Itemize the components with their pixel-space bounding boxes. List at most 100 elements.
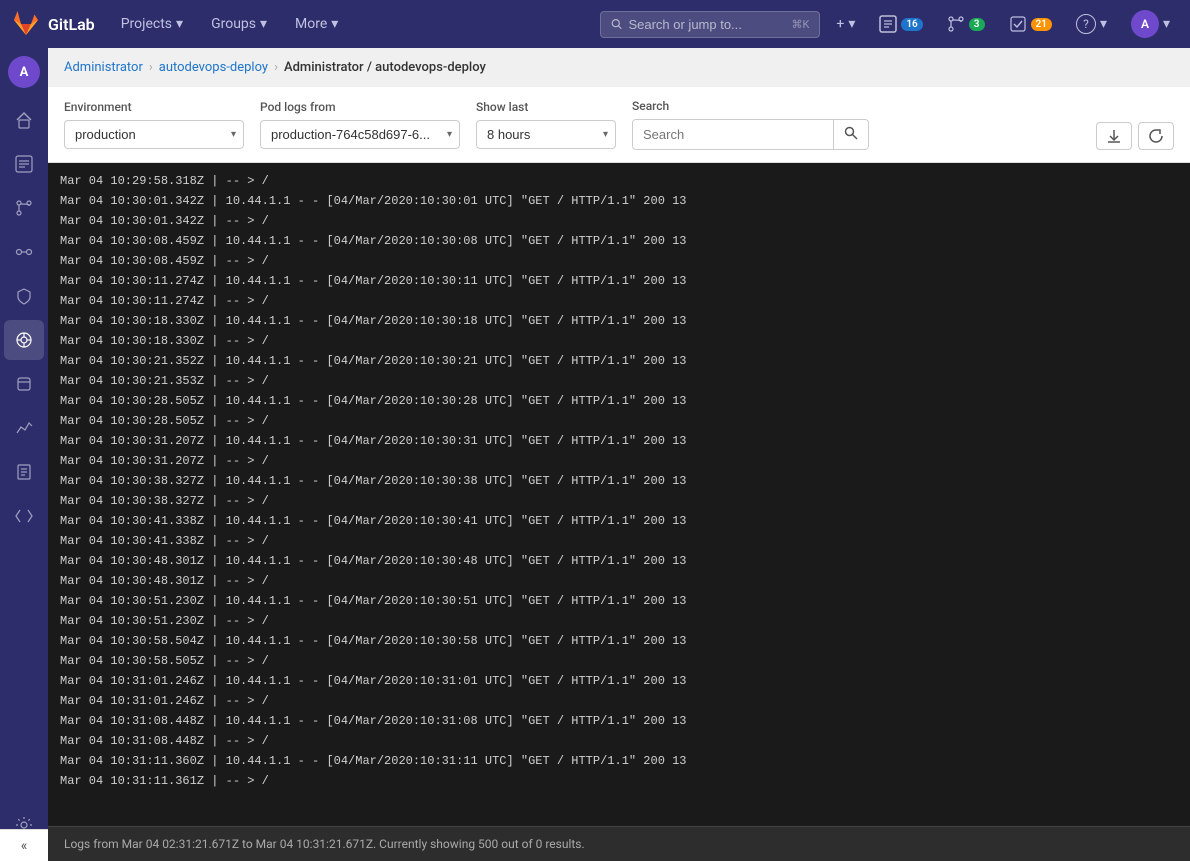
time-select-wrapper: 1 hour 3 hours 8 hours 24 hours 3 days 7…	[476, 120, 616, 149]
nav-todos-btn[interactable]: 21	[1001, 9, 1060, 39]
sidebar-item-wiki[interactable]	[4, 452, 44, 492]
nav-groups[interactable]: Groups	[201, 10, 277, 38]
log-line: Mar 04 10:31:11.360Z | 10.44.1.1 - - [04…	[48, 751, 1190, 771]
nav-search-input[interactable]	[628, 17, 785, 32]
user-avatar: A	[1131, 10, 1159, 38]
log-container[interactable]: Mar 04 10:29:58.318Z | -- > / Mar 04 10:3…	[48, 163, 1190, 826]
log-line: Mar 04 10:30:21.353Z | -- > /	[48, 371, 1190, 391]
log-line: Mar 04 10:30:51.230Z | 10.44.1.1 - - [04…	[48, 591, 1190, 611]
issues-badge: 16	[901, 18, 922, 31]
time-group: Show last 1 hour 3 hours 8 hours 24 hour…	[476, 100, 616, 149]
log-line: Mar 04 10:30:31.207Z | 10.44.1.1 - - [04…	[48, 431, 1190, 451]
log-line: Mar 04 10:31:11.361Z | -- > /	[48, 771, 1190, 791]
status-bar: Logs from Mar 04 02:31:21.671Z to Mar 04…	[48, 826, 1190, 861]
nav-search-shortcut: ⌘K	[791, 18, 809, 31]
main-content: Administrator › autodevops-deploy › Admi…	[48, 48, 1190, 861]
refresh-button[interactable]	[1138, 122, 1174, 150]
log-line: Mar 04 10:30:31.207Z | -- > /	[48, 451, 1190, 471]
nav-user-btn[interactable]: A	[1123, 4, 1178, 44]
log-line: Mar 04 10:30:28.505Z | -- > /	[48, 411, 1190, 431]
nav-help-btn[interactable]: ?	[1068, 8, 1115, 40]
environment-select[interactable]: production staging development	[64, 120, 244, 149]
mr-badge: 3	[969, 18, 985, 31]
nav-issues-btn[interactable]: 16	[871, 9, 930, 39]
wiki-icon	[15, 463, 33, 481]
nav-search-icon	[611, 17, 622, 31]
sidebar-collapse-btn[interactable]: «	[0, 829, 48, 861]
search-box	[632, 119, 869, 150]
breadcrumb-project[interactable]: autodevops-deploy	[159, 60, 268, 75]
breadcrumb-current: Administrator / autodevops-deploy	[284, 60, 486, 75]
log-line: Mar 04 10:30:48.301Z | 10.44.1.1 - - [04…	[48, 551, 1190, 571]
log-line: Mar 04 10:30:18.330Z | 10.44.1.1 - - [04…	[48, 311, 1190, 331]
sidebar-item-home[interactable]	[4, 100, 44, 140]
log-line: Mar 04 10:30:08.459Z | -- > /	[48, 251, 1190, 271]
refresh-icon	[1149, 129, 1163, 143]
search-button[interactable]	[833, 120, 868, 149]
search-group: Search	[632, 99, 869, 150]
breadcrumb-sep2: ›	[274, 60, 278, 75]
packages-icon	[15, 375, 33, 393]
gitlab-logo[interactable]: GitLab	[12, 10, 95, 38]
log-line: Mar 04 10:30:41.338Z | -- > /	[48, 531, 1190, 551]
sidebar: A	[0, 48, 48, 861]
nav-projects[interactable]: Projects	[111, 10, 193, 38]
log-line: Mar 04 10:30:08.459Z | 10.44.1.1 - - [04…	[48, 231, 1190, 251]
sidebar-item-mr[interactable]	[4, 188, 44, 228]
pod-select-wrapper: production-764c58d697-6...	[260, 120, 460, 149]
sidebar-item-snippets[interactable]	[4, 496, 44, 536]
analytics-icon	[15, 419, 33, 437]
plus-chevron-icon	[848, 16, 855, 32]
nav-more[interactable]: More	[285, 10, 348, 38]
log-line: Mar 04 10:30:21.352Z | 10.44.1.1 - - [04…	[48, 351, 1190, 371]
environment-group: Environment production staging developme…	[64, 100, 244, 149]
todos-badge: 21	[1031, 18, 1052, 31]
breadcrumb-sep1: ›	[149, 60, 153, 75]
pod-label: Pod logs from	[260, 100, 460, 114]
breadcrumb-root[interactable]: Administrator	[64, 60, 143, 75]
nav-search-box[interactable]: ⌘K	[600, 11, 820, 38]
log-line: Mar 04 10:30:38.327Z | -- > /	[48, 491, 1190, 511]
sidebar-avatar: A	[8, 56, 40, 88]
log-line: Mar 04 10:30:38.327Z | 10.44.1.1 - - [04…	[48, 471, 1190, 491]
sidebar-item-packages[interactable]	[4, 364, 44, 404]
log-line: Mar 04 10:30:58.505Z | -- > /	[48, 651, 1190, 671]
issues-sidebar-icon	[15, 155, 33, 173]
controls-bar: Environment production staging developme…	[48, 87, 1190, 163]
projects-chevron-icon	[176, 16, 183, 32]
mr-icon	[947, 15, 965, 33]
help-icon: ?	[1076, 14, 1096, 34]
log-line: Mar 04 10:31:01.246Z | -- > /	[48, 691, 1190, 711]
time-select[interactable]: 1 hour 3 hours 8 hours 24 hours 3 days 7…	[476, 120, 616, 149]
log-line: Mar 04 10:29:58.318Z | -- > /	[48, 171, 1190, 191]
search-label: Search	[632, 99, 869, 113]
log-line: Mar 04 10:30:48.301Z | -- > /	[48, 571, 1190, 591]
log-line: Mar 04 10:30:18.330Z | -- > /	[48, 331, 1190, 351]
log-line: Mar 04 10:30:11.274Z | -- > /	[48, 291, 1190, 311]
todos-icon	[1009, 15, 1027, 33]
environment-label: Environment	[64, 100, 244, 114]
more-chevron-icon	[331, 16, 338, 32]
search-icon	[844, 126, 858, 140]
user-chevron-icon	[1163, 16, 1170, 32]
nav-mr-btn[interactable]: 3	[939, 9, 993, 39]
help-chevron-icon	[1100, 16, 1107, 32]
sidebar-item-cicd[interactable]	[4, 232, 44, 272]
log-line: Mar 04 10:30:58.504Z | 10.44.1.1 - - [04…	[48, 631, 1190, 651]
log-search-input[interactable]	[633, 121, 833, 148]
gitlab-logo-text: GitLab	[48, 15, 95, 34]
pod-select[interactable]: production-764c58d697-6...	[260, 120, 460, 149]
environment-select-wrapper: production staging development	[64, 120, 244, 149]
log-line: Mar 04 10:31:01.246Z | 10.44.1.1 - - [04…	[48, 671, 1190, 691]
nav-plus-btn[interactable]: +	[828, 10, 863, 38]
sidebar-item-operations[interactable]	[4, 320, 44, 360]
home-icon	[15, 111, 33, 129]
issues-icon	[879, 15, 897, 33]
cicd-icon	[15, 243, 33, 261]
download-button[interactable]	[1096, 122, 1132, 150]
sidebar-item-issues[interactable]	[4, 144, 44, 184]
groups-chevron-icon	[260, 16, 267, 32]
sidebar-item-security[interactable]	[4, 276, 44, 316]
log-line: Mar 04 10:30:11.274Z | 10.44.1.1 - - [04…	[48, 271, 1190, 291]
sidebar-item-analytics[interactable]	[4, 408, 44, 448]
